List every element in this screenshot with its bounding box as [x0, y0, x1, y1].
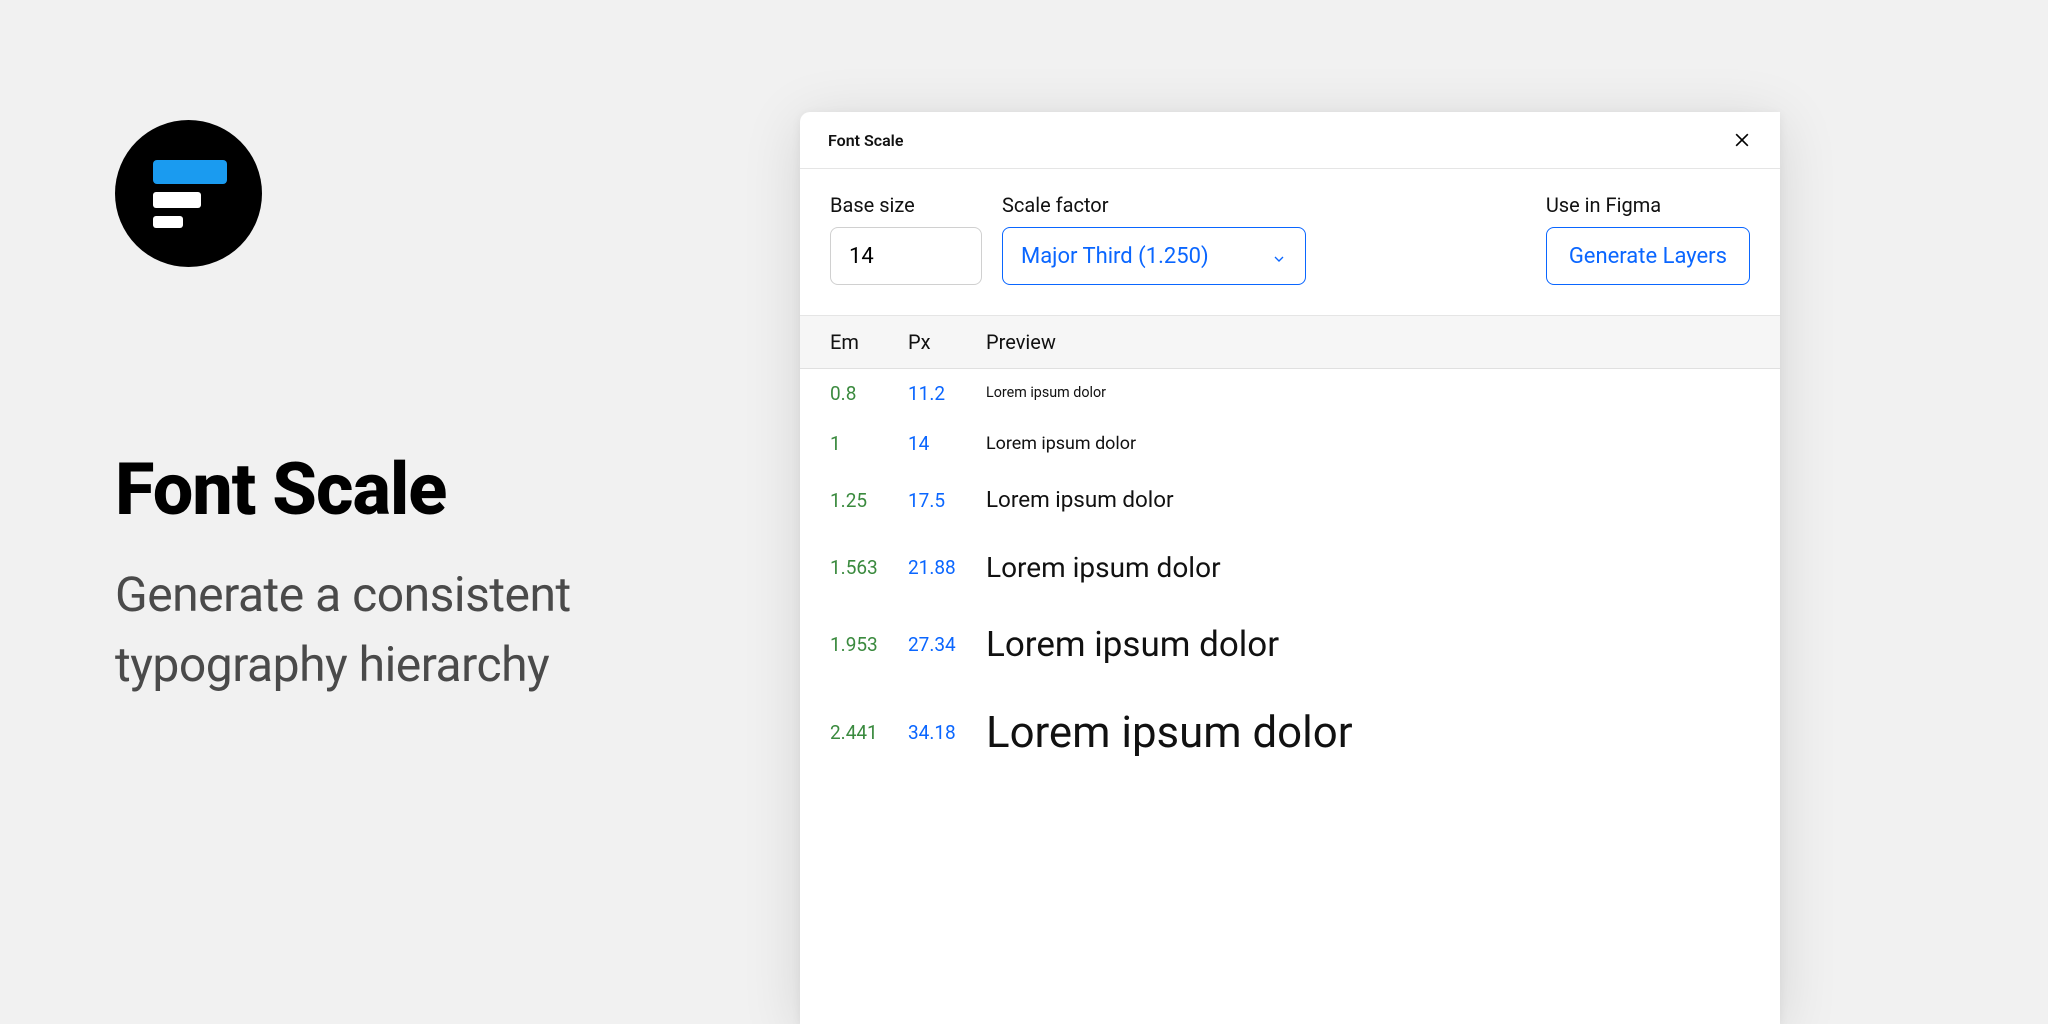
- table-row: 1.56321.88Lorem ipsum dolor: [800, 531, 1780, 603]
- preview-text: Lorem ipsum dolor: [986, 385, 1750, 401]
- logo-bar: [153, 216, 183, 228]
- base-size-input[interactable]: 14: [830, 227, 982, 285]
- chevron-down-icon: [1271, 248, 1287, 264]
- preview-text: Lorem ipsum dolor: [986, 551, 1750, 584]
- app-logo: [115, 120, 262, 267]
- hero-title: Font Scale: [115, 447, 755, 532]
- em-value: 1.25: [830, 489, 908, 512]
- panel-header: Font Scale: [800, 112, 1780, 169]
- px-value: 27.34: [908, 633, 986, 656]
- em-value: 1.563: [830, 556, 908, 579]
- preview-text: Lorem ipsum dolor: [986, 433, 1750, 454]
- table-row: 114Lorem ipsum dolor: [800, 417, 1780, 469]
- logo-bar: [153, 192, 201, 208]
- logo-bar: [153, 160, 227, 184]
- table-row: 0.811.2Lorem ipsum dolor: [800, 369, 1780, 417]
- controls-bar: Base size 14 Scale factor Major Third (1…: [800, 169, 1780, 316]
- px-value: 17.5: [908, 489, 986, 512]
- table-header: Em Px Preview: [800, 316, 1780, 369]
- preview-text: Lorem ipsum dolor: [986, 706, 1750, 758]
- px-value: 21.88: [908, 556, 986, 579]
- col-preview: Preview: [986, 330, 1750, 354]
- preview-text: Lorem ipsum dolor: [986, 624, 1750, 665]
- panel-title: Font Scale: [828, 131, 903, 150]
- em-value: 2.441: [830, 721, 908, 744]
- base-size-label: Base size: [830, 193, 982, 217]
- col-px: Px: [908, 330, 986, 354]
- px-value: 14: [908, 432, 986, 455]
- scale-factor-label: Scale factor: [1002, 193, 1306, 217]
- table-row: 2.44134.18Lorem ipsum dolor: [800, 685, 1780, 779]
- font-scale-panel: Font Scale Base size 14 Scale factor Maj…: [800, 112, 1780, 1024]
- table-row: 1.2517.5Lorem ipsum dolor: [800, 469, 1780, 531]
- em-value: 0.8: [830, 382, 908, 405]
- table-row: 1.95327.34Lorem ipsum dolor: [800, 603, 1780, 685]
- use-in-figma-label: Use in Figma: [1546, 193, 1750, 217]
- scale-factor-value: Major Third (1.250): [1021, 244, 1209, 269]
- col-em: Em: [830, 330, 908, 354]
- px-value: 11.2: [908, 382, 986, 405]
- px-value: 34.18: [908, 721, 986, 744]
- em-value: 1.953: [830, 633, 908, 656]
- generate-layers-button[interactable]: Generate Layers: [1546, 227, 1750, 285]
- hero-subtitle: Generate a consistent typography hierarc…: [115, 560, 755, 699]
- em-value: 1: [830, 432, 908, 455]
- close-icon[interactable]: [1732, 130, 1752, 150]
- scale-factor-select[interactable]: Major Third (1.250): [1002, 227, 1306, 285]
- preview-text: Lorem ipsum dolor: [986, 487, 1750, 513]
